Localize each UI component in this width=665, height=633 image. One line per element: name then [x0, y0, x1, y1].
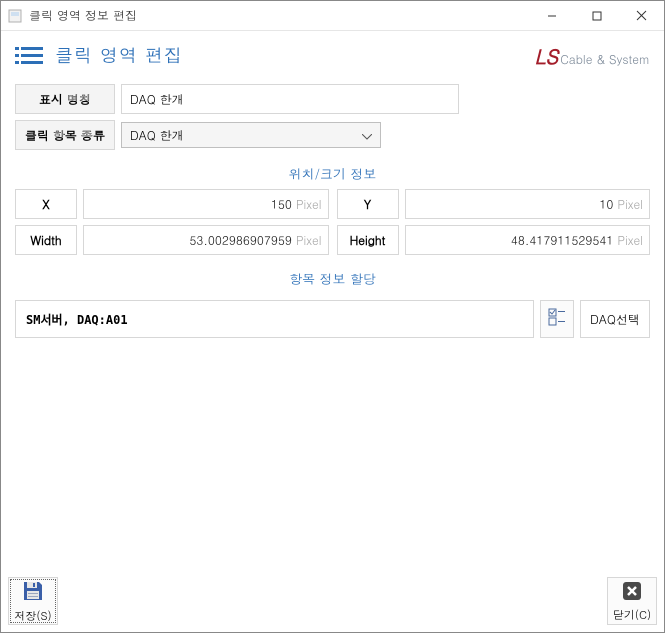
- height-value-field[interactable]: 48.417911529541Pixel: [405, 225, 651, 255]
- click-type-select[interactable]: DAQ 한개: [121, 122, 381, 148]
- brand-sub: Cable & System: [560, 51, 650, 68]
- chevron-down-icon: [362, 127, 372, 144]
- maximize-button[interactable]: [574, 1, 619, 30]
- titlebar: 클릭 영역 정보 편집: [1, 1, 664, 31]
- menu-lines-icon: [15, 45, 43, 67]
- minimize-button[interactable]: [529, 1, 574, 30]
- daq-select-button[interactable]: DAQ선택: [580, 300, 650, 338]
- assign-text: SM서버, DAQ:A01: [15, 300, 534, 338]
- display-name-label: 표시 명칭: [15, 84, 115, 114]
- y-label: Y: [337, 189, 399, 219]
- x-label: X: [15, 189, 77, 219]
- save-button[interactable]: 저장(S): [8, 577, 58, 625]
- assign-section-title: 항목 정보 할당: [15, 261, 650, 294]
- width-value-field[interactable]: 53.002986907959Pixel: [83, 225, 329, 255]
- checklist-icon: [548, 308, 566, 330]
- app-icon: [7, 8, 23, 24]
- width-label: Width: [15, 225, 77, 255]
- click-type-value: DAQ 한개: [130, 127, 184, 144]
- y-value-field[interactable]: 10Pixel: [405, 189, 651, 219]
- height-label: Height: [337, 225, 399, 255]
- close-button[interactable]: [619, 1, 664, 30]
- titlebar-text: 클릭 영역 정보 편집: [29, 7, 529, 24]
- x-value-field[interactable]: 150Pixel: [83, 189, 329, 219]
- save-disk-icon: [21, 579, 45, 607]
- checklist-button[interactable]: [540, 300, 574, 338]
- close-label: 닫기(C): [613, 608, 651, 623]
- save-label: 저장(S): [14, 609, 51, 624]
- page-title: 클릭 영역 편집: [55, 43, 183, 68]
- brand-main: LS: [535, 41, 559, 70]
- brand-logo: LS Cable & System: [535, 41, 651, 70]
- header: 클릭 영역 편집 LS Cable & System: [1, 31, 664, 80]
- close-dialog-button[interactable]: 닫기(C): [607, 577, 657, 625]
- click-type-label: 클릭 항목 종류: [15, 120, 115, 150]
- display-name-input[interactable]: [121, 84, 459, 114]
- position-section-title: 위치/크기 정보: [15, 156, 650, 189]
- close-x-icon: [621, 580, 643, 606]
